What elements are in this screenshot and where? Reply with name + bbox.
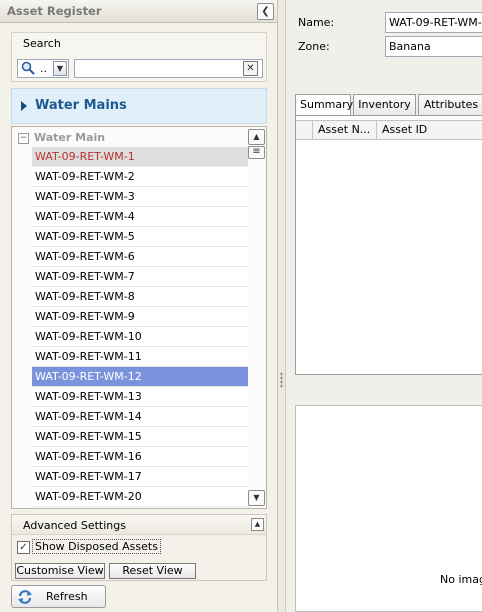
detail-tabs: Summary Inventory Attributes — [295, 94, 482, 116]
chevron-up-icon: ▲ — [254, 520, 261, 528]
asset-list-item[interactable]: WAT-09-RET-WM-6 — [32, 247, 248, 267]
asset-list-item[interactable]: WAT-09-RET-WM-11 — [32, 347, 248, 367]
expand-arrow-icon — [21, 101, 27, 111]
asset-list: WAT-09-RET-WM-1 WAT-09-RET-WM-2 WAT-09-RET… — [32, 147, 248, 507]
asset-list-item[interactable]: WAT-09-RET-WM-20 — [32, 487, 248, 507]
asset-list-item[interactable]: WAT-09-RET-WM-8 — [32, 287, 248, 307]
search-type-dropdown[interactable]: .. ▼ — [17, 59, 69, 78]
refresh-icon — [18, 590, 32, 604]
name-field[interactable]: WAT-09-RET-WM-1 — [385, 12, 482, 33]
show-disposed-label[interactable]: Show Disposed Assets — [32, 539, 161, 554]
zone-label: Zone: — [298, 40, 330, 53]
asset-list-item[interactable]: WAT-09-RET-WM-14 — [32, 407, 248, 427]
refresh-button[interactable]: Refresh — [11, 585, 106, 608]
asset-list-item[interactable]: WAT-09-RET-WM-1 — [32, 147, 248, 167]
search-panel: Search .. ▼ ✕ — [11, 32, 267, 82]
asset-list-item[interactable]: WAT-09-RET-WM-7 — [32, 267, 248, 287]
collapse-pane-button[interactable]: ❮ — [257, 3, 274, 20]
grip-icon: ≡ — [252, 146, 261, 157]
zone-field[interactable]: Banana — [385, 36, 482, 57]
asset-register-pane: Asset Register ❮ Search .. ▼ ✕ Water Mai… — [0, 0, 278, 612]
group-header-label: Water Mains — [35, 98, 127, 113]
summary-grid: Asset N... Asset ID — [295, 115, 482, 375]
no-image-text: No image — [440, 573, 482, 586]
asset-details-pane: Name: WAT-09-RET-WM-1 Zone: Banana Summa… — [285, 0, 482, 612]
show-disposed-checkbox[interactable]: ✓ — [17, 541, 30, 554]
collapse-minus-icon[interactable]: − — [18, 133, 29, 144]
checkmark-icon: ✓ — [19, 542, 28, 553]
column-header-asset-id[interactable]: Asset ID — [377, 121, 482, 139]
pane-header: Asset Register ❮ — [0, 0, 277, 23]
subgroup-header[interactable]: − Water Main — [12, 127, 246, 149]
clear-search-button[interactable]: ✕ — [243, 61, 258, 76]
asset-list-item[interactable]: WAT-09-RET-WM-16 — [32, 447, 248, 467]
collapse-advanced-button[interactable]: ▲ — [251, 518, 264, 531]
asset-list-item[interactable]: WAT-09-RET-WM-17 — [32, 467, 248, 487]
grid-header: Asset N... Asset ID — [296, 120, 482, 140]
asset-list-item[interactable]: WAT-09-RET-WM-13 — [32, 387, 248, 407]
pane-title: Asset Register — [7, 4, 102, 18]
search-type-value: .. — [40, 62, 47, 75]
advanced-settings-panel: Advanced Settings ▲ ✓ Show Disposed Asse… — [11, 514, 267, 581]
magnifier-icon — [21, 61, 35, 75]
search-label: Search — [23, 37, 61, 50]
search-input[interactable] — [74, 59, 263, 78]
asset-list-item[interactable]: WAT-09-RET-WM-12 — [32, 367, 248, 387]
asset-list-item[interactable]: WAT-09-RET-WM-15 — [32, 427, 248, 447]
name-label: Name: — [298, 16, 335, 29]
advanced-settings-label: Advanced Settings — [23, 519, 126, 532]
tab-inventory[interactable]: Inventory — [353, 94, 416, 115]
customise-view-button[interactable]: Customise View — [15, 563, 105, 579]
group-header-water-mains[interactable]: Water Mains — [11, 88, 267, 124]
close-icon: ✕ — [246, 63, 255, 74]
asset-list-item[interactable]: WAT-09-RET-WM-4 — [32, 207, 248, 227]
scroll-up-button[interactable]: ▲ — [248, 129, 265, 145]
pane-splitter[interactable] — [278, 0, 285, 612]
asset-list-item[interactable]: WAT-09-RET-WM-5 — [32, 227, 248, 247]
list-scrollbar[interactable]: ▲ ≡ ▼ — [248, 129, 265, 506]
tab-summary[interactable]: Summary — [295, 94, 353, 116]
chevron-left-icon: ❮ — [261, 6, 270, 17]
asset-list-item[interactable]: WAT-09-RET-WM-2 — [32, 167, 248, 187]
scroll-down-button[interactable]: ▼ — [248, 490, 265, 506]
splitter-grip-icon — [280, 372, 283, 388]
asset-list-item[interactable]: WAT-09-RET-WM-10 — [32, 327, 248, 347]
asset-list-item[interactable]: WAT-09-RET-WM-3 — [32, 187, 248, 207]
dropdown-arrow-icon[interactable]: ▼ — [53, 61, 67, 76]
chevron-down-icon: ▼ — [253, 493, 260, 502]
advanced-settings-header[interactable]: Advanced Settings ▲ — [12, 515, 266, 535]
grid-header-selector[interactable] — [296, 121, 313, 139]
reset-view-button[interactable]: Reset View — [109, 563, 196, 579]
tab-attributes[interactable]: Attributes — [418, 94, 482, 115]
asset-list-panel: − Water Main WAT-09-RET-WM-1 WAT-09-RET-W… — [11, 126, 267, 509]
image-panel: No image — [295, 405, 482, 612]
scroll-thumb[interactable]: ≡ — [248, 146, 265, 159]
chevron-up-icon: ▲ — [253, 132, 260, 141]
refresh-label: Refresh — [46, 590, 88, 603]
asset-list-item[interactable]: WAT-09-RET-WM-9 — [32, 307, 248, 327]
column-header-asset-no[interactable]: Asset N... — [313, 121, 377, 139]
subgroup-label: Water Main — [34, 131, 106, 144]
